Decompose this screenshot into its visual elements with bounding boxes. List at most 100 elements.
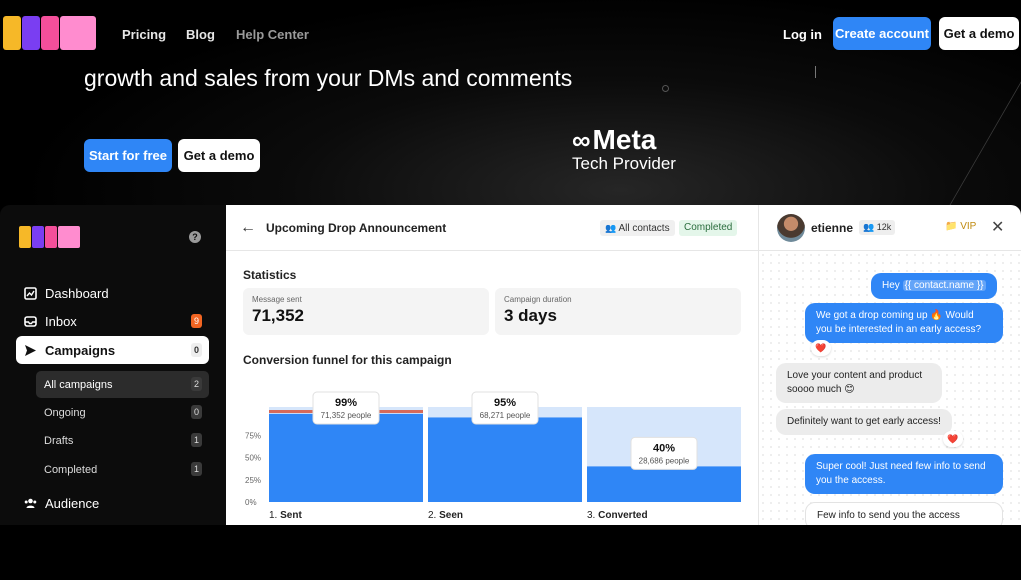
sidebar-item-label: Campaigns [45, 342, 116, 358]
y-tick-label: 50% [245, 454, 261, 463]
message-variable: {{ contact.name }} [902, 280, 986, 291]
meta-word: Meta [592, 124, 657, 155]
conversion-funnel-chart: 75% 50% 25% 0% 99% 71,352 people 1. Sent 95% 68,… [245, 391, 741, 521]
funnel-bar [587, 466, 741, 502]
folder-icon: 📁 [945, 221, 958, 232]
sidebar-item-dashboard[interactable]: Dashboard [16, 279, 209, 307]
vip-tag: 📁 VIP [945, 221, 976, 232]
chat-thread: Hey {{ contact.name }} We got a drop com… [759, 251, 1021, 525]
campaign-panel: ← Upcoming Drop Announcement 👥 All conta… [226, 205, 758, 525]
sidebar-subitem-drafts[interactable]: Drafts 1 [36, 427, 209, 454]
heart-reaction-icon: ❤️ [811, 340, 831, 356]
count-badge: 1 [191, 462, 202, 476]
decorative-dot [662, 85, 669, 92]
sidebar-item-label: Dashboard [45, 285, 109, 301]
campaign-title: Upcoming Drop Announcement [266, 221, 447, 235]
stat-value: 3 days [504, 306, 557, 325]
close-icon[interactable]: ✕ [991, 217, 1004, 237]
start-free-button[interactable]: Start for free [84, 139, 172, 172]
funnel-percent-label: 40% [653, 442, 675, 454]
sidebar-item-label: Audience [45, 495, 100, 511]
app-window: ? Dashboard Inbox 9 Campaigns 0 All camp… [0, 205, 1021, 525]
sidebar-subitem-label: Drafts [44, 434, 74, 447]
avatar[interactable] [777, 214, 805, 242]
top-nav: Pricing Blog Help Center Log in Create a… [0, 0, 1021, 68]
nav-pricing-link[interactable]: Pricing [122, 27, 166, 42]
funnel-percent-label: 99% [335, 397, 357, 409]
users-icon [24, 497, 37, 510]
sidebar-subitem-label: All campaigns [44, 378, 113, 391]
vip-tag-label: VIP [960, 221, 977, 232]
hero-headline: growth and sales from your DMs and comme… [84, 65, 573, 91]
sidebar-item-campaigns[interactable]: Campaigns 0 [16, 336, 209, 364]
funnel-category-label: 3. Converted [587, 510, 648, 521]
audience-pill-label: All contacts [618, 223, 670, 234]
stat-card-messages: Message sent 71,352 [243, 288, 489, 335]
nav-get-demo-button[interactable]: Get a demo [939, 17, 1019, 50]
question-icon[interactable]: ? [189, 231, 201, 243]
funnel-category-label: 2. Seen [428, 510, 463, 521]
follower-count-badge: 👥 12k [859, 220, 896, 235]
count-badge: 0 [191, 405, 202, 419]
meta-infinity-icon: ∞ [572, 124, 590, 155]
inbox-icon [24, 315, 37, 328]
funnel-category-label: 1. Sent [269, 510, 302, 521]
hero-get-demo-button[interactable]: Get a demo [178, 139, 260, 172]
stat-label: Message sent [252, 295, 302, 304]
count-badge: 1 [191, 433, 202, 447]
users-icon: 👥 [605, 223, 617, 233]
contact-name: etienne [811, 221, 854, 235]
brand-logo[interactable] [3, 16, 96, 50]
conversation-header: etienne 👥 12k 📁 VIP ✕ [759, 205, 1021, 251]
funnel-people-label: 71,352 people [321, 411, 372, 420]
chat-message-outgoing-card: Few info to send you the access [805, 502, 1003, 525]
sidebar-subitem-ongoing[interactable]: Ongoing 0 [36, 399, 209, 426]
statistics-heading: Statistics [243, 268, 297, 282]
stat-label: Campaign duration [504, 295, 572, 304]
meta-subtitle: Tech Provider [572, 154, 676, 173]
funnel-bar [428, 417, 582, 502]
funnel-people-label: 68,271 people [480, 411, 531, 420]
sidebar-subitem-label: Ongoing [44, 406, 86, 419]
y-tick-label: 25% [245, 476, 261, 485]
sidebar-item-label: Inbox [45, 313, 77, 329]
funnel-people-label: 28,686 people [639, 456, 690, 465]
chart-icon [24, 286, 37, 300]
chat-message-outgoing: Hey {{ contact.name }} [871, 273, 997, 299]
sidebar-subitem-all-campaigns[interactable]: All campaigns 2 [36, 371, 209, 398]
audience-pill: 👥 All contacts [600, 220, 675, 236]
campaign-header: ← Upcoming Drop Announcement 👥 All conta… [226, 205, 758, 251]
message-text: Hey [882, 280, 903, 291]
funnel-heading: Conversion funnel for this campaign [243, 353, 452, 367]
sidebar-subitem-completed[interactable]: Completed 1 [36, 456, 209, 483]
sidebar-logo[interactable] [19, 226, 80, 248]
stat-card-duration: Campaign duration 3 days [495, 288, 741, 335]
meta-badge: ∞ Meta Tech Provider [572, 124, 676, 174]
chat-message-outgoing: We got a drop coming up 🔥 Would you be i… [805, 303, 1003, 343]
create-account-button[interactable]: Create account [833, 17, 931, 50]
count-badge: 2 [191, 377, 202, 391]
y-tick-label: 75% [245, 431, 261, 440]
chat-message-incoming: Definitely want to get early access! [776, 409, 952, 435]
status-badge: Completed [679, 220, 738, 236]
send-icon [24, 344, 37, 357]
funnel-bar [269, 413, 423, 502]
sidebar: ? Dashboard Inbox 9 Campaigns 0 All camp… [0, 205, 226, 525]
back-arrow-icon[interactable]: ← [240, 219, 256, 237]
campaigns-count-badge: 0 [191, 343, 202, 357]
nav-blog-link[interactable]: Blog [186, 27, 215, 42]
sidebar-item-audience[interactable]: Audience [16, 489, 209, 517]
users-icon: 👥 [863, 222, 875, 232]
chat-message-incoming: Love your content and product soooo much… [776, 363, 942, 403]
sidebar-subitem-label: Completed [44, 463, 98, 476]
nav-help-center-link[interactable]: Help Center [236, 27, 309, 42]
funnel-percent-label: 95% [494, 397, 516, 409]
inbox-count-badge: 9 [191, 314, 202, 328]
stat-value: 71,352 [252, 306, 304, 325]
login-link[interactable]: Log in [783, 27, 822, 42]
heart-reaction-icon: ❤️ [943, 431, 963, 447]
follower-count: 12k [876, 222, 892, 232]
chat-message-outgoing: Super cool! Just need few info to send y… [805, 454, 1003, 494]
y-tick-label: 0% [245, 498, 257, 507]
sidebar-item-inbox[interactable]: Inbox 9 [16, 307, 209, 335]
